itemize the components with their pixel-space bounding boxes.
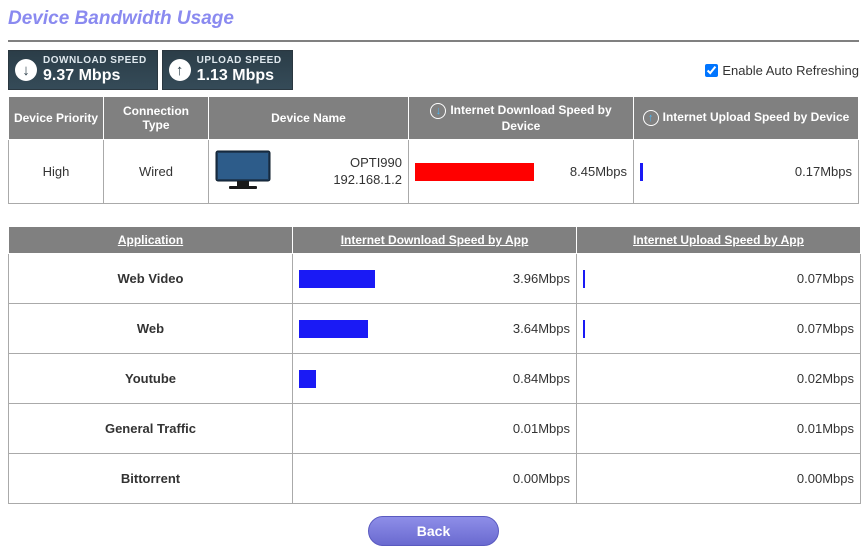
header-ul: ↑Internet Upload Speed by Device: [634, 97, 859, 140]
download-speed-value: 9.37 Mbps: [43, 67, 147, 85]
upload-speed-box: ↑ UPLOAD SPEED 1.13 Mbps: [162, 50, 293, 90]
download-icon: ↓: [15, 59, 37, 81]
app-name: Web Video: [9, 254, 293, 304]
app-name: Web: [9, 304, 293, 354]
header-priority: Device Priority: [9, 97, 104, 140]
app-dl-cell: 0.84Mbps: [293, 354, 577, 404]
app-dl-cell: 3.96Mbps: [293, 254, 577, 304]
app-dl-bar: [299, 270, 375, 288]
auto-refresh-toggle[interactable]: Enable Auto Refreshing: [701, 61, 859, 80]
device-ul-value: 0.17Mbps: [782, 164, 852, 179]
header-dl: ↓Internet Download Speed by Device: [409, 97, 634, 140]
header-app-dl: Internet Download Speed by App: [293, 227, 577, 254]
app-dl-value: 0.84Mbps: [500, 371, 570, 386]
download-icon: ↓: [430, 103, 446, 119]
header-app: Application: [9, 227, 293, 254]
table-row: Web 3.64Mbps 0.07Mbps: [9, 304, 861, 354]
table-row: General Traffic 0.01Mbps 0.01Mbps: [9, 404, 861, 454]
app-ul-value: 0.01Mbps: [784, 421, 854, 436]
upload-icon: ↑: [169, 59, 191, 81]
download-speed-box: ↓ DOWNLOAD SPEED 9.37 Mbps: [8, 50, 158, 90]
app-name: Bittorrent: [9, 454, 293, 504]
app-ul-value: 0.07Mbps: [784, 321, 854, 336]
divider: [8, 40, 859, 42]
app-ul-cell: 0.07Mbps: [577, 254, 861, 304]
device-ul-bar: [640, 163, 643, 181]
header-conn-type: Connection Type: [104, 97, 209, 140]
device-ul-cell: 0.17Mbps: [634, 140, 859, 204]
device-dl-value: 8.45Mbps: [557, 164, 627, 179]
app-ul-value: 0.00Mbps: [784, 471, 854, 486]
device-name: OPTI990: [289, 155, 402, 172]
app-ul-bar: [583, 320, 585, 338]
app-ul-cell: 0.07Mbps: [577, 304, 861, 354]
auto-refresh-checkbox[interactable]: [705, 64, 718, 77]
app-ul-bar: [583, 270, 585, 288]
device-conn-type: Wired: [104, 140, 209, 204]
app-ul-cell: 0.02Mbps: [577, 354, 861, 404]
device-table: Device Priority Connection Type Device N…: [8, 96, 859, 204]
app-name: General Traffic: [9, 404, 293, 454]
app-name: Youtube: [9, 354, 293, 404]
app-dl-value: 0.01Mbps: [500, 421, 570, 436]
app-dl-value: 3.96Mbps: [500, 271, 570, 286]
upload-icon: ↑: [643, 110, 659, 126]
app-dl-cell: 0.00Mbps: [293, 454, 577, 504]
app-ul-value: 0.07Mbps: [784, 271, 854, 286]
app-dl-bar: [299, 370, 316, 388]
back-button[interactable]: Back: [368, 516, 499, 546]
app-dl-value: 0.00Mbps: [500, 471, 570, 486]
app-ul-cell: 0.00Mbps: [577, 454, 861, 504]
device-name-cell: OPTI990 192.168.1.2: [209, 140, 409, 204]
table-row: Web Video 3.96Mbps 0.07Mbps: [9, 254, 861, 304]
header-name: Device Name: [209, 97, 409, 140]
app-ul-cell: 0.01Mbps: [577, 404, 861, 454]
upload-speed-label: UPLOAD SPEED: [197, 55, 282, 66]
app-ul-value: 0.02Mbps: [784, 371, 854, 386]
app-dl-cell: 0.01Mbps: [293, 404, 577, 454]
app-dl-value: 3.64Mbps: [500, 321, 570, 336]
device-priority: High: [9, 140, 104, 204]
upload-speed-value: 1.13 Mbps: [197, 67, 282, 85]
device-row: High Wired OPTI990 192.168.1.2: [9, 140, 859, 204]
monitor-icon: [215, 150, 271, 193]
auto-refresh-label: Enable Auto Refreshing: [722, 63, 859, 78]
app-table: Application Internet Download Speed by A…: [8, 226, 861, 504]
device-dl-cell: 8.45Mbps: [409, 140, 634, 204]
page-title: Device Bandwidth Usage: [8, 8, 859, 30]
top-row: ↓ DOWNLOAD SPEED 9.37 Mbps ↑ UPLOAD SPEE…: [8, 50, 859, 90]
table-row: Youtube 0.84Mbps 0.02Mbps: [9, 354, 861, 404]
download-speed-label: DOWNLOAD SPEED: [43, 55, 147, 66]
table-row: Bittorrent 0.00Mbps 0.00Mbps: [9, 454, 861, 504]
header-app-ul: Internet Upload Speed by App: [577, 227, 861, 254]
app-dl-cell: 3.64Mbps: [293, 304, 577, 354]
app-dl-bar: [299, 320, 368, 338]
device-ip: 192.168.1.2: [289, 172, 402, 189]
device-dl-bar: [415, 163, 534, 181]
